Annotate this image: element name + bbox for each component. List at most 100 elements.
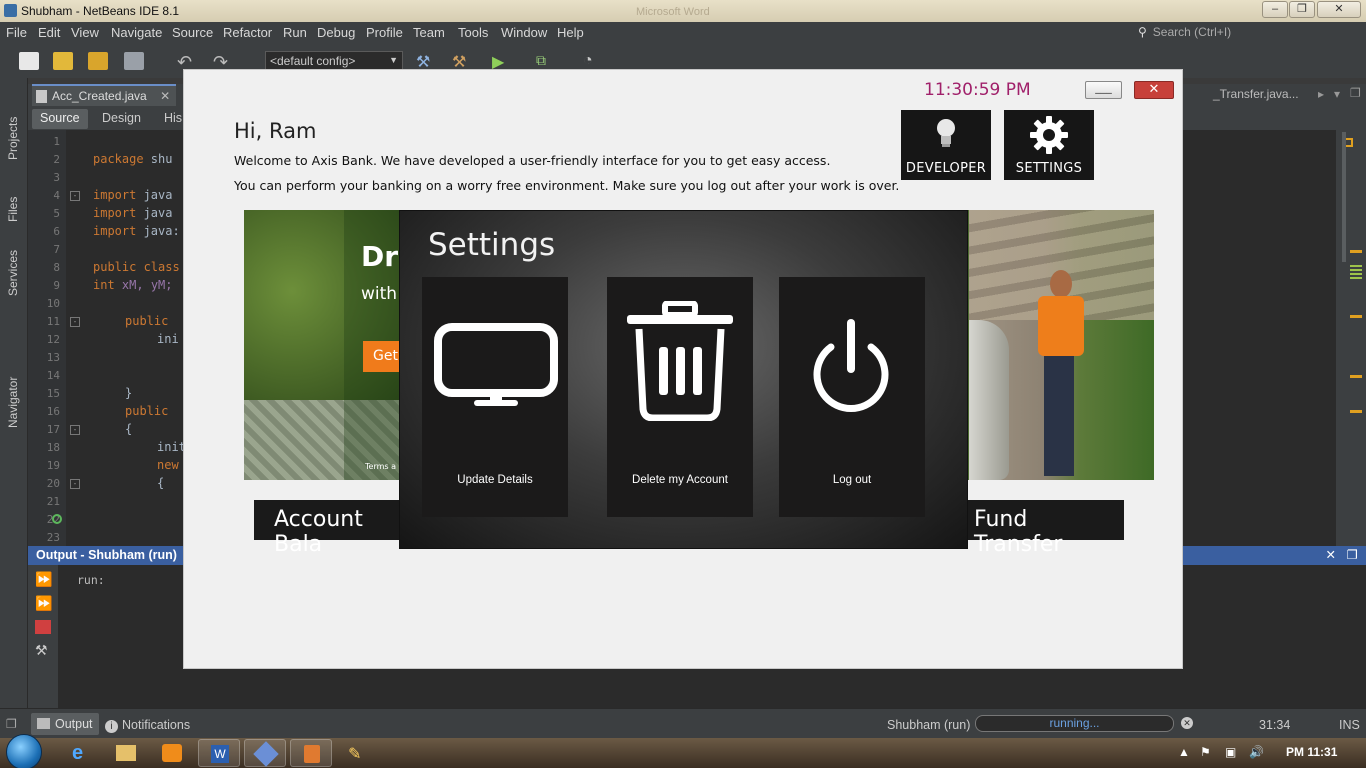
menu-source[interactable]: Source — [172, 25, 213, 40]
cancel-process-icon[interactable]: ✕ — [1181, 717, 1193, 729]
fold-toggle[interactable]: - — [70, 479, 80, 489]
taskbar-explorer[interactable] — [104, 739, 146, 767]
app-minimize-button[interactable]: ___ — [1085, 81, 1122, 99]
breakpoint-icon[interactable] — [52, 514, 62, 524]
rerun-with-params-icon[interactable]: ⏩ — [35, 595, 52, 611]
volume-icon[interactable]: 🔊 — [1249, 745, 1264, 759]
menu-help[interactable]: Help — [557, 25, 584, 40]
status-tab-notifications[interactable]: i Notifications — [105, 718, 190, 733]
editor-scrollbar-thumb[interactable] — [1342, 132, 1346, 262]
menu-navigate[interactable]: Navigate — [111, 25, 162, 40]
line-number: 13 — [46, 351, 60, 364]
action-center-flag-icon[interactable]: ⚑ — [1200, 745, 1211, 759]
stop-icon[interactable] — [35, 620, 51, 634]
tab-fund-transfer[interactable]: _Transfer.java... — [1213, 87, 1299, 101]
fold-toggle[interactable]: - — [70, 317, 80, 327]
chevron-down-icon: ▼ — [389, 55, 398, 65]
tab-list-icon[interactable]: ▾ — [1334, 87, 1340, 101]
delete-account-card[interactable]: Delete my Account — [607, 277, 753, 517]
menu-tools[interactable]: Tools — [458, 25, 488, 40]
settings-dialog: Settings Update Details Delete my Accoun… — [399, 210, 968, 549]
update-details-card[interactable]: Update Details — [422, 277, 568, 517]
taskbar-media-player[interactable] — [150, 739, 192, 767]
profile-icon[interactable]: ◔ — [583, 52, 603, 70]
menu-profile[interactable]: Profile — [366, 25, 403, 40]
restore-output-icon[interactable]: ❐ — [1347, 547, 1358, 562]
fold-toggle[interactable]: - — [70, 425, 80, 435]
editor-error-stripe[interactable] — [1336, 130, 1366, 546]
banner-person — [1034, 270, 1084, 480]
new-file-icon[interactable] — [19, 52, 39, 70]
debug-icon[interactable]: ⧉ — [536, 52, 556, 70]
developer-tile[interactable]: DEVELOPER — [901, 110, 991, 180]
close-tab-icon[interactable]: ✕ — [160, 89, 170, 103]
change-markers[interactable] — [1350, 265, 1362, 281]
log-out-card[interactable]: Log out — [779, 277, 925, 517]
subtab-design[interactable]: Design — [94, 109, 149, 129]
menu-refactor[interactable]: Refactor — [223, 25, 272, 40]
fund-transfer-button[interactable]: Fund Transfer — [954, 500, 1124, 557]
warning-marker[interactable] — [1350, 410, 1362, 413]
new-project-icon[interactable] — [53, 52, 73, 70]
banner-cta-button[interactable]: Get — [363, 341, 399, 372]
code-line-5: import java — [93, 206, 172, 220]
settings-label: SETTINGS — [1015, 161, 1083, 176]
close-window-button[interactable]: ✕ — [1317, 1, 1361, 18]
network-icon[interactable]: ▣ — [1225, 745, 1236, 759]
line-number: 21 — [46, 495, 60, 508]
menu-edit[interactable]: Edit — [38, 25, 60, 40]
warning-marker[interactable] — [1350, 315, 1362, 318]
code-field: xM, — [114, 278, 144, 292]
side-tab-navigator[interactable]: Navigator — [6, 377, 20, 428]
clean-build-icon[interactable]: ⚒ — [452, 52, 472, 71]
line-number: 23 — [46, 531, 60, 544]
taskbar-java-app[interactable] — [290, 739, 332, 767]
warning-marker[interactable] — [1350, 375, 1362, 378]
rerun-icon[interactable]: ⏩ — [35, 571, 52, 587]
output-icon — [37, 718, 50, 729]
maximize-button[interactable]: ❐ — [1289, 1, 1315, 18]
side-tab-services[interactable]: Services — [6, 250, 20, 296]
undo-icon[interactable]: ↶ — [177, 52, 197, 72]
side-tab-files[interactable]: Files — [6, 197, 20, 222]
taskbar-word[interactable]: W — [198, 739, 240, 767]
build-hammer-icon[interactable]: ⚒ — [416, 52, 436, 71]
warning-marker[interactable] — [1350, 250, 1362, 253]
tray-expand-icon[interactable]: ▲ — [1178, 745, 1190, 759]
redo-icon[interactable]: ↷ — [213, 52, 233, 72]
menu-window[interactable]: Window — [501, 25, 547, 40]
menu-debug[interactable]: Debug — [317, 25, 355, 40]
person-jeans — [1044, 356, 1074, 476]
start-button[interactable] — [6, 734, 42, 768]
menu-run[interactable]: Run — [283, 25, 307, 40]
tab-acc-created[interactable]: Acc_Created.java ✕ — [32, 84, 177, 106]
restore-window-group-icon[interactable]: ❐ — [6, 717, 17, 731]
taskbar-paint[interactable]: ✎ — [336, 739, 378, 767]
menu-team[interactable]: Team — [413, 25, 445, 40]
subtab-source[interactable]: Source — [32, 109, 88, 129]
save-all-icon[interactable] — [124, 52, 144, 70]
app-close-button[interactable]: ✕ — [1134, 81, 1174, 99]
maximize-editor-icon[interactable]: ❐ — [1350, 86, 1361, 100]
status-bar: ❐ Output i Notifications Shubham (run) ru… — [0, 708, 1366, 738]
settings-tools-icon[interactable]: ⚒ — [35, 642, 51, 658]
status-tab-output[interactable]: Output — [31, 713, 99, 735]
gear-icon — [1030, 116, 1068, 154]
side-tab-projects[interactable]: Projects — [6, 117, 20, 160]
ide-search[interactable]: ⚲ Search (Ctrl+I) — [1138, 25, 1231, 39]
open-project-icon[interactable] — [88, 52, 108, 70]
code-line-4: import java — [93, 188, 172, 202]
fold-toggle[interactable]: - — [70, 191, 80, 201]
menu-view[interactable]: View — [71, 25, 99, 40]
minimize-button[interactable]: – — [1262, 1, 1288, 18]
tab-scroll-right-icon[interactable]: ▸ — [1318, 87, 1324, 101]
line-number: 9 — [53, 279, 60, 292]
close-output-icon[interactable]: ✕ — [1326, 547, 1336, 562]
taskbar-virtualbox[interactable] — [244, 739, 286, 767]
run-icon[interactable]: ▶ — [492, 52, 512, 71]
settings-tile[interactable]: SETTINGS — [1004, 110, 1094, 180]
taskbar-ie[interactable]: e — [60, 739, 102, 767]
config-select[interactable]: <default config> ▼ — [265, 51, 403, 71]
menu-file[interactable]: File — [6, 25, 27, 40]
taskbar-clock[interactable]: PM 11:31 — [1286, 745, 1337, 759]
